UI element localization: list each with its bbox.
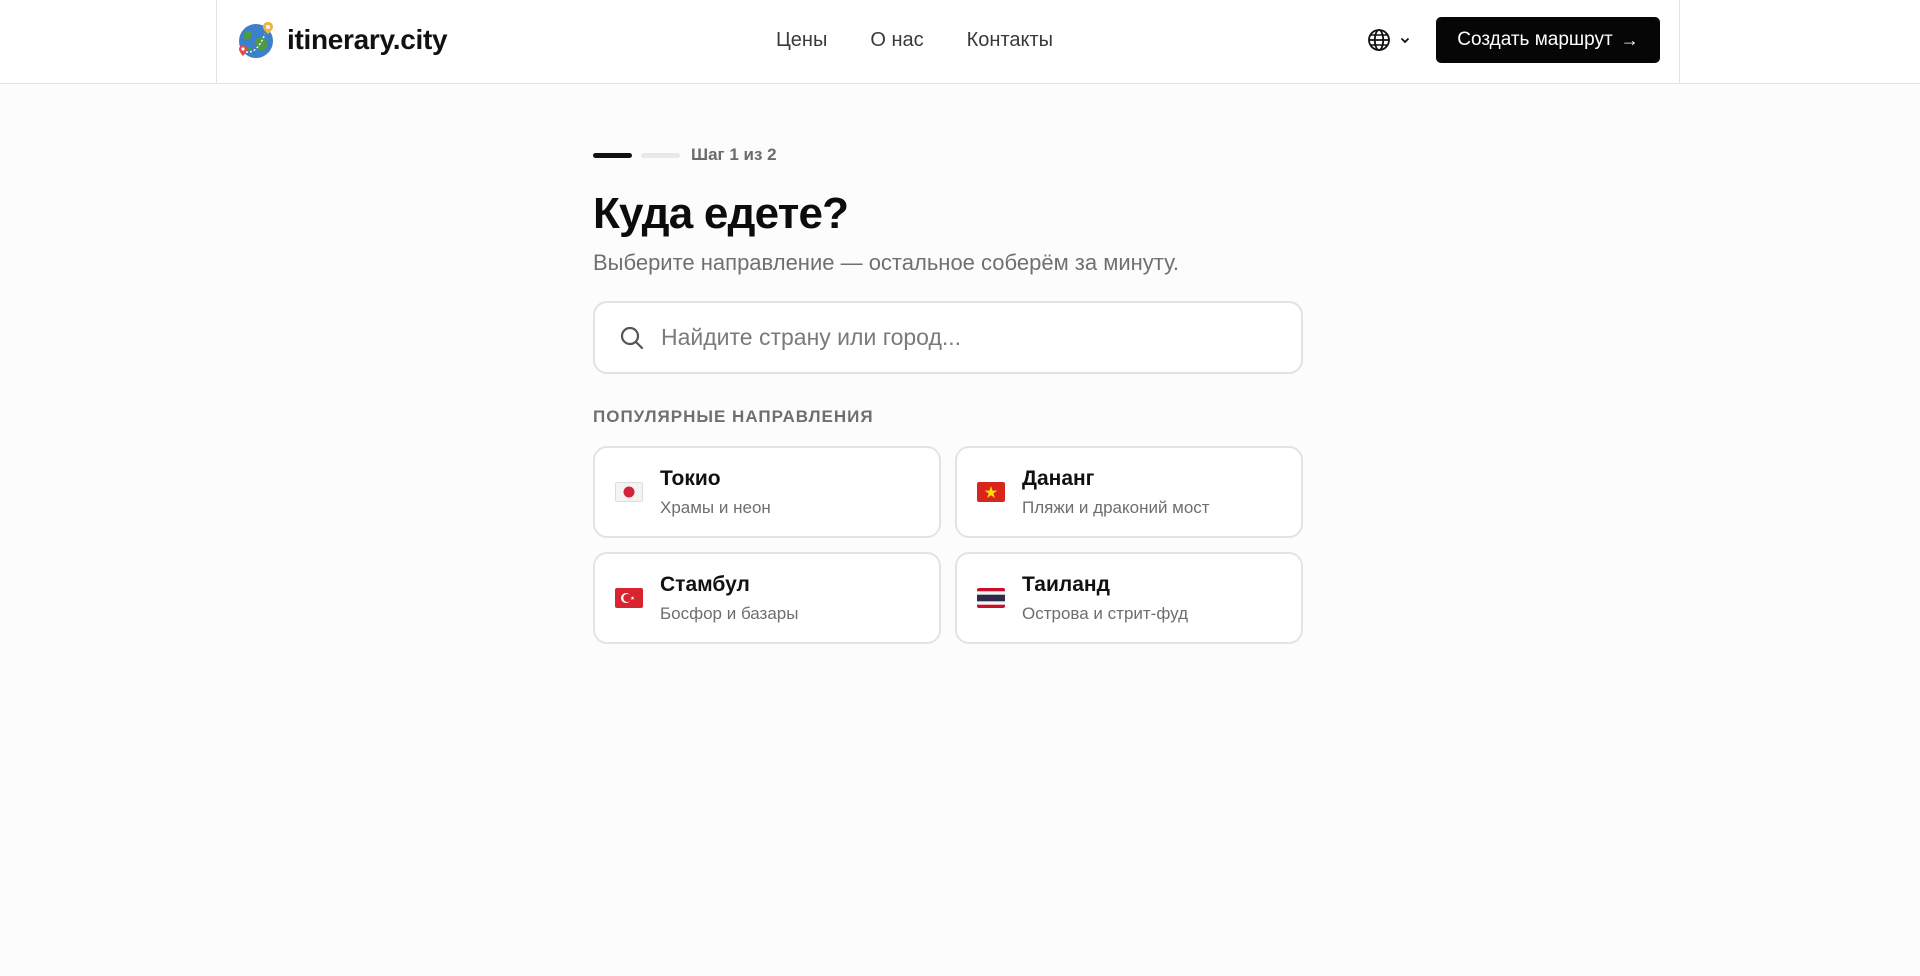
logo-text: itinerary.city [287,24,448,55]
create-route-label: Создать маршрут [1457,29,1613,50]
chevron-down-icon [1400,37,1410,44]
nav-link-contacts[interactable]: Контакты [967,29,1053,52]
card-text: Дананг Пляжи и драконий мост [1022,466,1210,518]
step-counter: Шаг 1 из 2 [691,145,777,164]
logo-link[interactable]: itinerary.city [237,20,448,60]
globe-logo-icon [239,22,273,58]
language-selector[interactable] [1367,24,1411,56]
card-title: Таиланд [1022,573,1110,596]
step-progress: Шаг 1 из 2 [593,140,1303,170]
turkey-flag-icon [615,588,643,608]
step-indicator-1 [593,152,632,158]
japan-flag-icon [615,482,643,502]
globe-icon [1368,29,1390,51]
main-nav: Цены О нас Контакты [776,24,1053,56]
nav-link-pricing[interactable]: Цены [776,29,827,52]
nav-link-about[interactable]: О нас [870,29,923,52]
destination-card-tokyo[interactable]: Токио Храмы и неон [593,446,941,538]
card-text: Стамбул Босфор и базары [660,572,798,624]
header-container: itinerary.city Цены О нас Контакты Созда… [216,0,1680,84]
page-subtitle: Выберите направление — остальное соберём… [593,250,1180,275]
search-box[interactable] [593,301,1303,374]
card-title: Стамбул [660,573,750,596]
card-subtitle: Храмы и неон [660,498,771,517]
top-header: itinerary.city Цены О нас Контакты Созда… [0,0,1920,84]
card-subtitle: Острова и стрит-фуд [1022,604,1188,623]
card-subtitle: Пляжи и драконий мост [1022,498,1210,517]
destination-card-thailand[interactable]: Таиланд Острова и стрит-фуд [955,552,1303,644]
card-title: Токио [660,467,721,490]
destination-card-da-nang[interactable]: Дананг Пляжи и драконий мост [955,446,1303,538]
destination-grid: Токио Храмы и неон Дананг Пляжи и дракон… [593,446,1303,644]
search-icon [620,326,644,349]
card-text: Токио Храмы и неон [660,466,771,518]
thailand-flag-icon [977,588,1005,608]
card-text: Таиланд Острова и стрит-фуд [1022,572,1188,624]
search-input[interactable] [661,324,1261,351]
card-title: Дананг [1022,467,1095,490]
destination-card-istanbul[interactable]: Стамбул Босфор и базары [593,552,941,644]
popular-destinations-heading: ПОПУЛЯРНЫЕ НАПРАВЛЕНИЯ [593,407,874,426]
destination-step: Шаг 1 из 2 Куда едете? Выберите направле… [593,140,1303,644]
card-subtitle: Босфор и базары [660,604,799,623]
vietnam-flag-icon [977,482,1005,502]
arrow-right-icon: → [1620,29,1639,50]
page-title: Куда едете? [593,189,849,238]
step-indicator-2 [641,152,680,158]
create-route-button[interactable]: Создать маршрут → [1436,17,1660,63]
